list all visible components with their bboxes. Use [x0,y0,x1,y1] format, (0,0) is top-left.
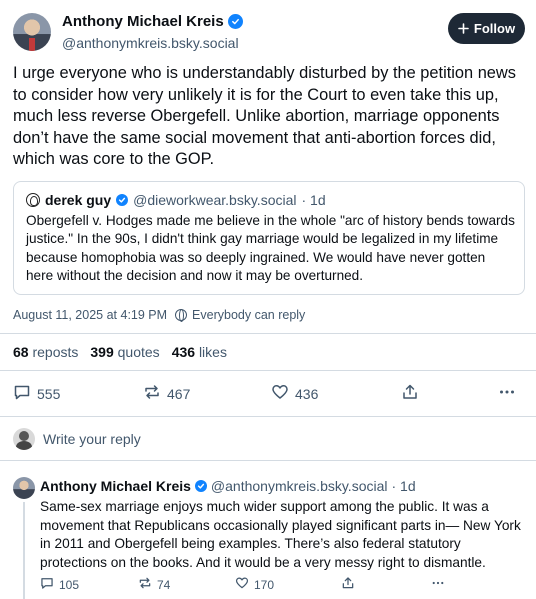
reply-more-button[interactable] [430,576,446,593]
repost-button[interactable]: 467 [143,383,190,404]
follow-label: Follow [473,21,516,36]
divider [0,460,536,461]
post-meta: August 11, 2025 at 4:19 PM Everybody can… [13,308,305,322]
quote-age: · 1d [301,192,326,208]
reply-like-button[interactable]: 170 [235,576,274,593]
thread-line [23,502,25,599]
reply-composer[interactable]: Write your reply [13,428,141,450]
reply-like-count: 170 [254,577,275,592]
quote-header: derek guy @dieworkwear.bsky.social · 1d [26,192,326,208]
stat-quotes[interactable]: 399 quotes [90,344,159,360]
plus-icon [458,20,469,37]
divider [0,333,536,334]
more-icon [498,383,516,404]
visibility-label: Everybody can reply [192,308,306,322]
divider [0,370,536,371]
reply-text: Same-sex marriage enjoys much wider supp… [40,499,521,570]
reply-share-button[interactable] [341,576,355,593]
author-avatar[interactable] [13,13,51,51]
reply-age: · 1d [391,478,416,494]
current-user-avatar [13,428,35,450]
quote-avatar [26,193,40,207]
share-button[interactable] [401,383,419,404]
quote-author-name: derek guy [45,192,112,208]
reply-placeholder: Write your reply [43,431,141,447]
author-handle[interactable]: @anthonymkreis.bsky.social [62,35,239,51]
reply-repost-count: 74 [157,577,171,592]
author-name-row: Anthony Michael Kreis [62,13,243,30]
reply-repost-button[interactable]: 74 [138,576,170,593]
quote-text: Obergefell v. Hodges made me believe in … [26,213,515,284]
share-icon [341,576,355,593]
reply-permission: Everybody can reply [175,308,305,322]
reply-actions: 105 74 170 [40,576,460,592]
reply-author-handle[interactable]: @anthonymkreis.bsky.social [211,478,388,494]
more-button[interactable] [498,383,516,404]
more-icon [430,576,446,593]
like-count: 436 [295,385,319,402]
divider [0,416,536,417]
quote-author-handle: @dieworkwear.bsky.social [133,192,297,208]
follow-button[interactable]: Follow [448,13,525,44]
heart-icon [271,383,289,404]
reply-button[interactable]: 555 [13,383,60,404]
reply-reply-count: 105 [59,577,80,592]
reply-header: Anthony Michael Kreis @anthonymkreis.bsk… [40,478,416,494]
reply-reply-button[interactable]: 105 [40,576,79,593]
post-actions: 555 467 436 [13,383,523,403]
repost-count: 467 [167,385,191,402]
author-name[interactable]: Anthony Michael Kreis [62,13,224,30]
reply-icon [40,576,54,593]
verified-badge-icon [116,194,129,206]
engagement-stats: 68 reposts 399 quotes 436 likes [13,344,227,360]
reply-post[interactable]: Anthony Michael Kreis @anthonymkreis.bsk… [0,470,536,599]
verified-badge-icon [227,14,243,29]
reply-count: 555 [37,385,61,402]
stat-likes[interactable]: 436 likes [172,344,227,360]
repost-icon [143,383,161,404]
post-timestamp[interactable]: August 11, 2025 at 4:19 PM [13,308,167,322]
like-button[interactable]: 436 [271,383,318,404]
verified-badge-icon [194,480,207,492]
reply-author-avatar[interactable] [13,477,35,499]
reply-icon [13,383,31,404]
stat-reposts[interactable]: 68 reposts [13,344,78,360]
repost-icon [138,576,152,593]
heart-icon [235,576,249,593]
reply-author-name[interactable]: Anthony Michael Kreis [40,478,191,494]
share-icon [401,383,419,404]
quoted-post[interactable]: derek guy @dieworkwear.bsky.social · 1d … [13,181,525,295]
post-text: I urge everyone who is understandably di… [13,64,516,169]
globe-icon [175,309,188,322]
